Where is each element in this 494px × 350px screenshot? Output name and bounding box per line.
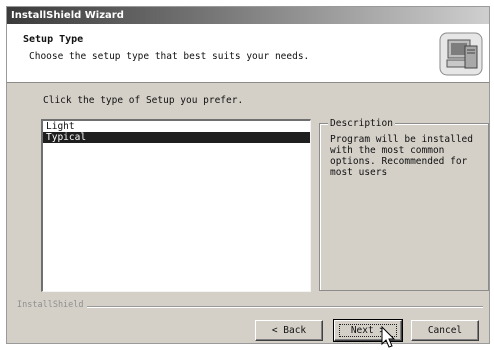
installshield-wizard-window: InstallShield Wizard Setup Type Choose t…: [6, 6, 490, 348]
setup-computer-icon: [439, 32, 483, 76]
setup-type-typical[interactable]: Typical: [43, 132, 310, 143]
wizard-header: Setup Type Choose the setup type that be…: [7, 24, 489, 83]
page-subtitle: Choose the setup type that best suits yo…: [29, 51, 310, 62]
mouse-cursor-icon: [381, 326, 396, 348]
cancel-button-label: Cancel: [427, 325, 463, 336]
back-button-label: < Back: [271, 325, 307, 336]
window-title: InstallShield Wizard: [11, 10, 124, 21]
back-button[interactable]: < Back: [255, 320, 323, 341]
setup-type-prompt: Click the type of Setup you prefer.: [43, 95, 244, 106]
footer-divider: [17, 306, 483, 308]
setup-type-light[interactable]: Light: [43, 121, 310, 132]
title-bar[interactable]: InstallShield Wizard: [7, 7, 489, 24]
setup-type-listbox[interactable]: Light Typical: [41, 119, 311, 292]
description-text: Program will be installed with the most …: [330, 134, 473, 178]
cancel-button[interactable]: Cancel: [411, 320, 479, 341]
description-group: Description Program will be installed wi…: [319, 118, 489, 291]
installshield-brand-label: InstallShield: [17, 300, 87, 310]
page-title: Setup Type: [23, 34, 84, 45]
description-legend: Description: [328, 118, 395, 129]
